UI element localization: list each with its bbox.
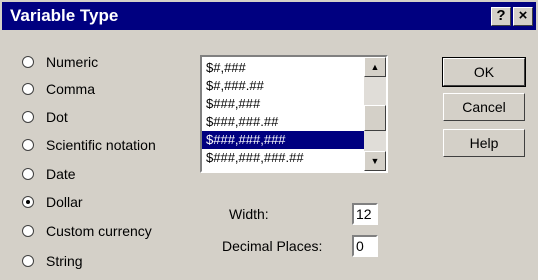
radio-label: Date [46, 166, 76, 182]
radio-string[interactable]: String [22, 251, 83, 271]
radio-dot[interactable]: Dot [22, 107, 68, 127]
radio-label: Custom currency [46, 223, 152, 239]
window-title: Variable Type [10, 6, 119, 25]
radio-label: Scientific notation [46, 137, 156, 153]
radio-button-selected[interactable] [22, 196, 34, 208]
radio-button[interactable] [22, 83, 34, 95]
radio-label: Dollar [46, 194, 83, 210]
list-item-selected[interactable]: $###,###,### [202, 131, 364, 149]
decimal-places-field[interactable]: 0 [352, 235, 378, 257]
help-icon[interactable]: ? [491, 7, 511, 26]
list-item[interactable]: $###,###,###.## [202, 149, 364, 167]
list-item[interactable]: $###,###.## [202, 113, 364, 131]
radio-label: Numeric [46, 54, 99, 70]
radio-button[interactable] [22, 111, 34, 123]
radio-date[interactable]: Date [22, 164, 76, 184]
radio-label: Dot [46, 109, 68, 125]
scroll-thumb[interactable] [364, 105, 386, 131]
width-label: Width: [229, 206, 269, 222]
radio-label: Comma [46, 81, 96, 97]
vertical-scrollbar[interactable]: ▲ ▼ [364, 57, 386, 171]
format-list[interactable]: $#,### $#,###.## $###,### $###,###.## $#… [202, 59, 364, 167]
scroll-up-icon[interactable]: ▲ [364, 57, 386, 77]
decimal-places-label: Decimal Places: [222, 238, 323, 254]
help-button[interactable]: Help [443, 129, 525, 157]
scroll-down-icon[interactable]: ▼ [364, 151, 386, 171]
radio-button[interactable] [22, 139, 34, 151]
radio-button[interactable] [22, 225, 34, 237]
close-icon[interactable]: × [513, 7, 533, 26]
format-listbox[interactable]: $#,### $#,###.## $###,### $###,###.## $#… [200, 55, 388, 173]
ok-button[interactable]: OK [442, 57, 526, 87]
cancel-button[interactable]: Cancel [443, 93, 525, 121]
list-item[interactable]: $#,### [202, 59, 364, 77]
list-item[interactable]: $#,###.## [202, 77, 364, 95]
list-item[interactable]: $###,### [202, 95, 364, 113]
radio-comma[interactable]: Comma [22, 79, 95, 99]
radio-numeric[interactable]: Numeric [22, 52, 98, 72]
radio-button[interactable] [22, 168, 34, 180]
width-field[interactable]: 12 [352, 203, 378, 225]
radio-button[interactable] [22, 255, 34, 267]
radio-scientific-notation[interactable]: Scientific notation [22, 135, 156, 155]
radio-label: String [46, 253, 83, 269]
radio-dollar[interactable]: Dollar [22, 192, 83, 212]
radio-custom-currency[interactable]: Custom currency [22, 221, 152, 241]
radio-button[interactable] [22, 56, 34, 68]
title-bar[interactable]: Variable Type ? × [2, 2, 536, 30]
